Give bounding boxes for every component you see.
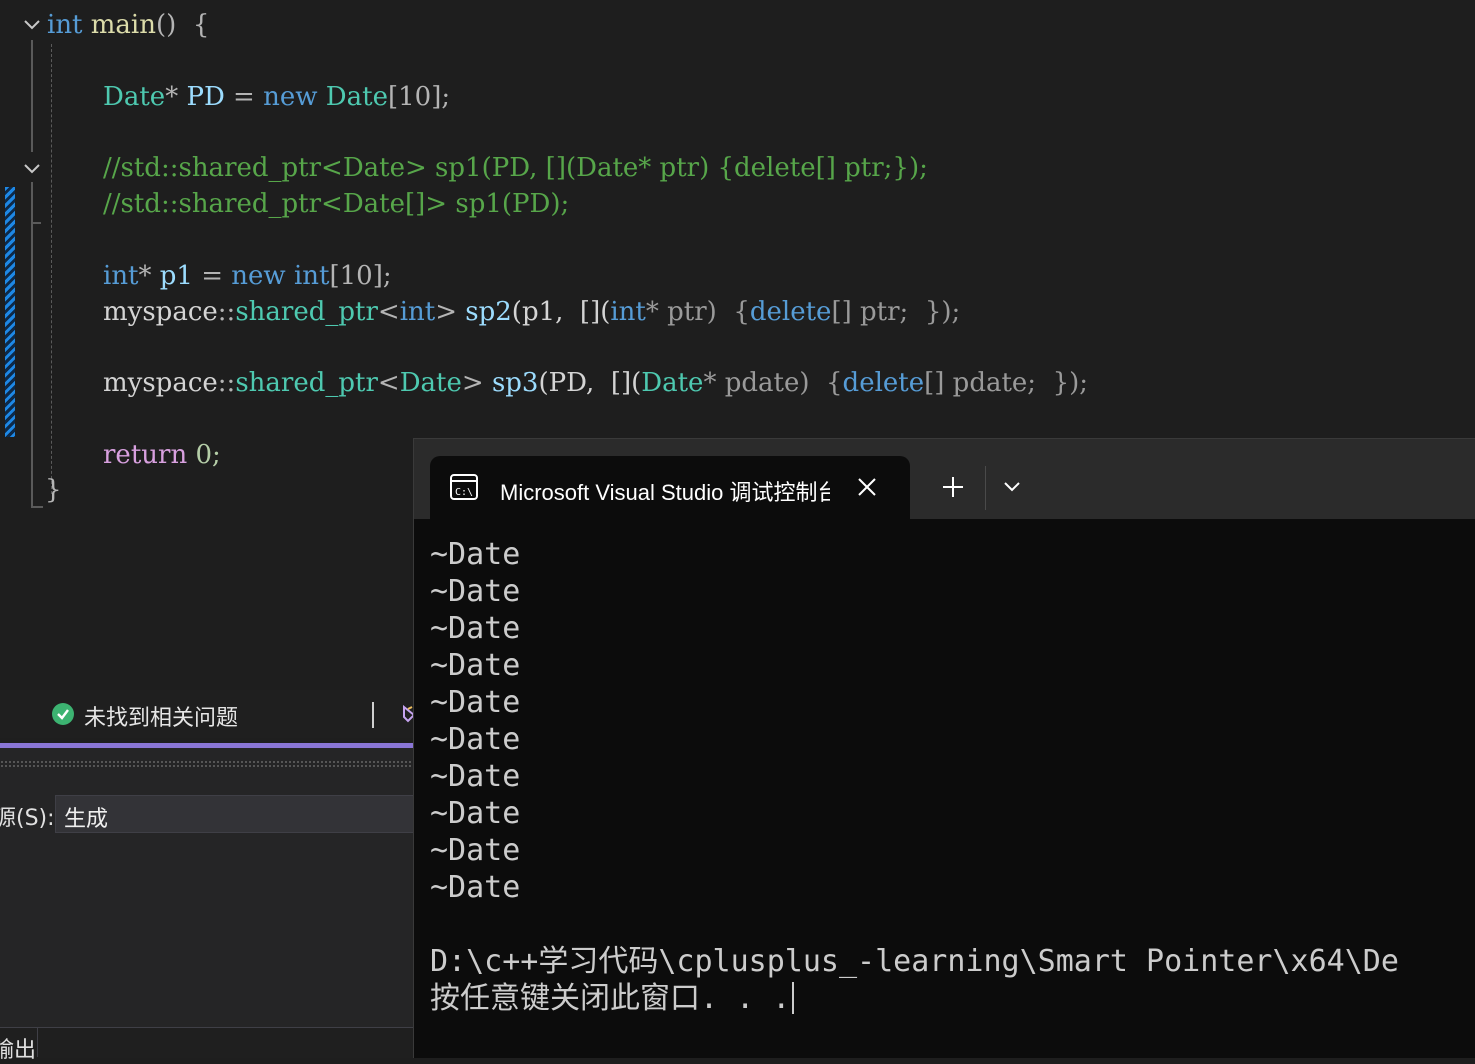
console-output-line: ~Date bbox=[430, 759, 521, 794]
console-output-line: ~Date bbox=[430, 722, 521, 757]
code-token: Date bbox=[325, 82, 388, 112]
code-token: shared_ptr bbox=[235, 297, 378, 327]
code-token: :: bbox=[217, 297, 236, 327]
console-output-line: ~Date bbox=[430, 574, 521, 609]
code-token: int bbox=[103, 261, 139, 291]
code-token: * pdate) { bbox=[703, 368, 843, 398]
code-token: int bbox=[399, 297, 436, 327]
code-token: delete bbox=[842, 368, 925, 398]
code-token: Date bbox=[641, 368, 704, 398]
code-token: < bbox=[377, 368, 400, 398]
code-token: PD bbox=[186, 82, 225, 112]
output-source-select[interactable]: 生成 bbox=[55, 795, 415, 833]
console-icon: C:\ bbox=[450, 474, 478, 500]
code-comment-line: //std::shared_ptr<Date[]> sp1(PD); bbox=[103, 189, 570, 219]
new-tab-plus-icon[interactable] bbox=[942, 476, 964, 498]
code-token: sp3 bbox=[491, 368, 539, 398]
code-token: int bbox=[293, 261, 330, 291]
code-token: * ptr) { bbox=[645, 297, 750, 327]
code-token: shared_ptr bbox=[235, 368, 378, 398]
console-prompt-text: 按任意键关闭此窗口. . . bbox=[430, 981, 791, 1016]
fold-collapse-icon[interactable] bbox=[23, 163, 40, 175]
close-icon[interactable] bbox=[856, 476, 878, 498]
code-token: > bbox=[461, 368, 492, 398]
chevron-down-icon[interactable] bbox=[1002, 479, 1022, 495]
code-line: } bbox=[45, 475, 62, 505]
fold-guide-line bbox=[31, 182, 33, 508]
indent-guide bbox=[51, 44, 52, 494]
code-token: :: bbox=[217, 368, 236, 398]
fold-guide-line bbox=[31, 222, 41, 224]
change-indicator-bar bbox=[5, 187, 15, 437]
code-line: Date* PD = new Date[10]; bbox=[103, 82, 450, 112]
console-output-line: ~Date bbox=[430, 870, 521, 905]
code-token: [] ptr; }); bbox=[831, 297, 961, 327]
console-output-line: ~Date bbox=[430, 685, 521, 720]
code-token: [10]; bbox=[329, 261, 392, 291]
code-token: 0; bbox=[187, 440, 221, 470]
console-path-line: D:\c++学习代码\cplusplus_-learning\Smart Poi… bbox=[430, 944, 1399, 979]
console-output-line: ~Date bbox=[430, 796, 521, 831]
status-separator bbox=[372, 702, 374, 728]
code-token: (PD, []( bbox=[538, 368, 642, 398]
fold-guide-line bbox=[31, 506, 43, 508]
output-tab-strip bbox=[0, 1027, 415, 1058]
fold-guide-line bbox=[31, 40, 33, 152]
code-token: = bbox=[192, 261, 232, 291]
code-token: * bbox=[165, 82, 187, 112]
code-token: p1 bbox=[159, 261, 193, 291]
debug-console-window[interactable]: C:\ Microsoft Visual Studio 调试控制台 ~Date … bbox=[413, 438, 1475, 1058]
code-token: new bbox=[231, 261, 286, 291]
code-token: = bbox=[224, 82, 264, 112]
code-token: myspace bbox=[103, 297, 218, 327]
check-circle-icon bbox=[52, 703, 74, 725]
output-source-value: 生成 bbox=[64, 807, 109, 832]
code-token: new bbox=[263, 82, 318, 112]
console-prompt-line: 按任意键关闭此窗口. . . bbox=[430, 980, 795, 1017]
svg-text:C:\: C:\ bbox=[455, 487, 473, 498]
tab-separator bbox=[37, 1028, 38, 1057]
output-source-label: 源(S): bbox=[0, 806, 55, 831]
tab-output[interactable]: 输出 bbox=[0, 1032, 36, 1064]
code-token: sp2 bbox=[465, 297, 512, 327]
code-token: > bbox=[435, 297, 466, 327]
code-token: int bbox=[47, 10, 83, 40]
tab-bar-separator bbox=[985, 466, 986, 510]
code-comment-line: //std::shared_ptr<Date> sp1(PD, [](Date*… bbox=[103, 153, 928, 183]
code-token: Date bbox=[399, 368, 462, 398]
console-output-line: ~Date bbox=[430, 833, 521, 868]
panel-resize-grip[interactable] bbox=[0, 760, 413, 768]
code-line: int* p1 = new int[10]; bbox=[103, 261, 392, 291]
console-tab-title: Microsoft Visual Studio 调试控制台 bbox=[500, 480, 830, 505]
fold-collapse-icon[interactable] bbox=[23, 19, 40, 31]
code-token: [] pdate; }); bbox=[924, 368, 1089, 398]
code-token: int bbox=[610, 297, 646, 327]
code-token: myspace bbox=[103, 368, 218, 398]
code-token: delete bbox=[749, 297, 832, 327]
code-token: (p1, []( bbox=[511, 297, 611, 327]
code-token: () { bbox=[156, 10, 210, 40]
code-line: return 0; bbox=[103, 440, 221, 470]
code-token: < bbox=[377, 297, 400, 327]
code-line: int main() { bbox=[47, 10, 209, 40]
text-cursor bbox=[792, 982, 795, 1014]
code-token: return bbox=[103, 440, 188, 470]
code-line: myspace::shared_ptr<int> sp2(p1, [](int*… bbox=[103, 297, 960, 327]
console-output-line: ~Date bbox=[430, 537, 521, 572]
code-token: * bbox=[138, 261, 160, 291]
code-line: myspace::shared_ptr<Date> sp3(PD, [](Dat… bbox=[103, 368, 1088, 398]
console-output-line: ~Date bbox=[430, 648, 521, 683]
code-token: main bbox=[90, 10, 156, 40]
code-token: [10]; bbox=[387, 82, 451, 112]
issues-status-text: 未找到相关问题 bbox=[84, 706, 239, 731]
console-output-line: ~Date bbox=[430, 611, 521, 646]
code-token: Date bbox=[103, 82, 166, 112]
